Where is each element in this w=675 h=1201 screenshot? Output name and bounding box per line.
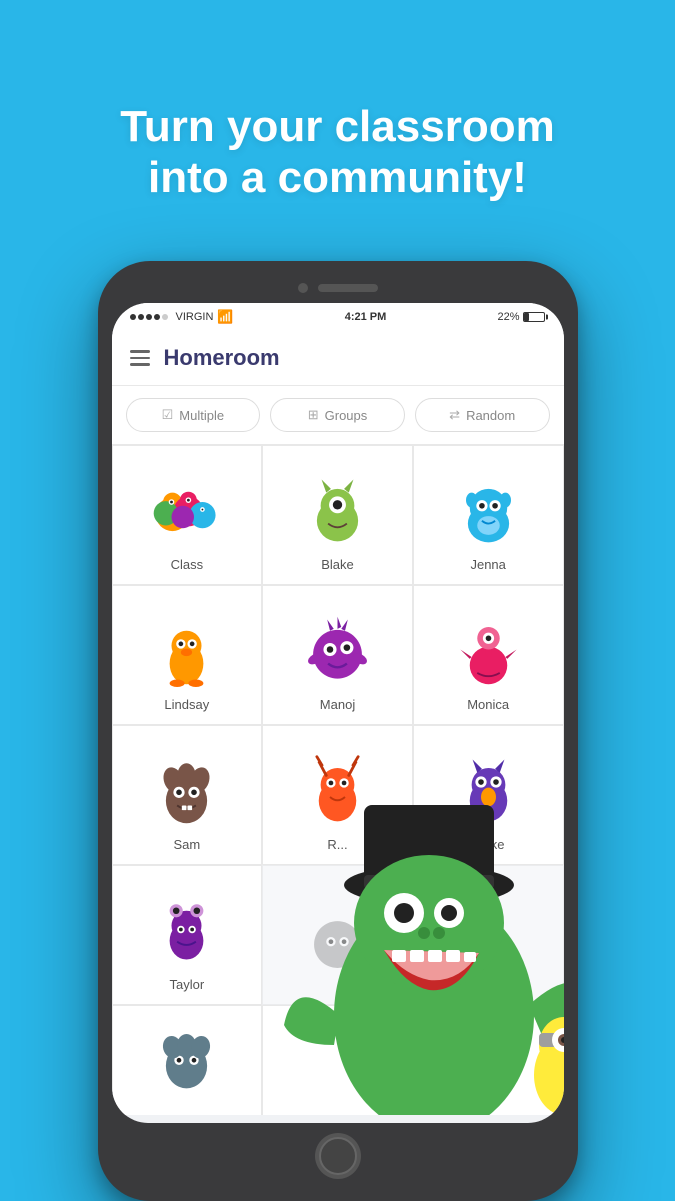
- student-name-monica: Monica: [467, 697, 509, 712]
- avatar-jenna: [448, 469, 528, 549]
- multiple-label: Multiple: [179, 408, 224, 423]
- student-cell-monica[interactable]: Monica: [413, 585, 564, 725]
- signal-dot-5: [162, 314, 168, 320]
- avatar-monica: [448, 609, 528, 689]
- clock: 4:21 PM: [345, 311, 387, 323]
- carrier-label: VIRGIN: [176, 311, 214, 323]
- student-cell-class[interactable]: Class: [112, 445, 263, 585]
- multiple-icon: ☑: [162, 407, 174, 423]
- random-label: Random: [466, 408, 515, 423]
- student-name-manoj: Manoj: [320, 697, 355, 712]
- monster-svg-sam: [149, 752, 224, 827]
- phone-home-area: [112, 1123, 564, 1187]
- groups-button[interactable]: ⊞ Groups: [270, 398, 405, 432]
- student-cell-extra1[interactable]: [112, 1005, 263, 1115]
- student-cell-manoj[interactable]: Manoj: [262, 585, 413, 725]
- wifi-icon: 📶: [217, 309, 233, 325]
- hamburger-line-2: [130, 357, 150, 360]
- mascot-character: [274, 775, 564, 1115]
- student-name-class: Class: [171, 557, 204, 572]
- grid-row-1: Lindsay: [112, 585, 564, 725]
- monster-svg-taylor: [149, 892, 224, 967]
- battery-percent: 22%: [497, 311, 519, 323]
- signal-indicator: [130, 314, 168, 320]
- student-grid: Class: [112, 445, 564, 1115]
- home-button-inner: [319, 1137, 357, 1175]
- avatar-extra1: [147, 1016, 227, 1096]
- phone-notch: [112, 275, 564, 303]
- monster-svg-manoj: [300, 612, 375, 687]
- multiple-button[interactable]: ☑ Multiple: [126, 398, 261, 432]
- student-name-taylor: Taylor: [169, 977, 204, 992]
- battery-bar: [523, 312, 545, 322]
- student-cell-lindsay[interactable]: Lindsay: [112, 585, 263, 725]
- student-cell-taylor[interactable]: Taylor: [112, 865, 263, 1005]
- monster-svg-monica: [451, 612, 526, 687]
- groups-icon: ⊞: [308, 407, 319, 423]
- app-title: Homeroom: [164, 345, 280, 371]
- battery-indicator: 22%: [497, 311, 545, 323]
- avatar-sam: [147, 749, 227, 829]
- phone-frame: VIRGIN 📶 4:21 PM 22% Homeroo: [0, 261, 675, 1201]
- signal-dot-1: [130, 314, 136, 320]
- phone-screen: VIRGIN 📶 4:21 PM 22% Homeroo: [112, 303, 564, 1123]
- signal-dot-3: [146, 314, 152, 320]
- grid-row-0: Class: [112, 445, 564, 585]
- student-cell-sam[interactable]: Sam: [112, 725, 263, 865]
- student-cell-jenna[interactable]: Jenna: [413, 445, 564, 585]
- monster-svg-blake: [300, 472, 375, 547]
- menu-button[interactable]: [130, 350, 150, 366]
- hamburger-line-3: [130, 363, 150, 366]
- home-button[interactable]: [315, 1133, 361, 1179]
- avatar-lindsay: [147, 609, 227, 689]
- avatar-class: [147, 469, 227, 549]
- random-icon: ⇄: [449, 407, 460, 423]
- status-left: VIRGIN 📶: [130, 309, 234, 325]
- avatar-manoj: [298, 609, 378, 689]
- monster-svg-jenna: [451, 472, 526, 547]
- app-header: Homeroom: [112, 331, 564, 386]
- mascot-svg: [274, 775, 564, 1115]
- student-name-jenna: Jenna: [470, 557, 505, 572]
- avatar-taylor: [147, 889, 227, 969]
- monster-svg-lindsay: [149, 612, 224, 687]
- groups-label: Groups: [325, 408, 368, 423]
- avatar-blake: [298, 469, 378, 549]
- speaker-grille: [318, 284, 378, 292]
- monster-svg-extra1: [149, 1019, 224, 1094]
- hero-title: Turn your classroom into a community!: [40, 50, 635, 233]
- hero-section: Turn your classroom into a community!: [0, 0, 675, 261]
- front-camera: [298, 283, 308, 293]
- signal-dot-4: [154, 314, 160, 320]
- student-cell-blake1[interactable]: Blake: [262, 445, 413, 585]
- student-name-lindsay: Lindsay: [164, 697, 209, 712]
- battery-fill: [524, 313, 528, 321]
- random-button[interactable]: ⇄ Random: [415, 398, 550, 432]
- student-name-blake1: Blake: [321, 557, 354, 572]
- phone-body: VIRGIN 📶 4:21 PM 22% Homeroo: [98, 261, 578, 1201]
- monster-svg-class: [149, 472, 224, 547]
- status-bar: VIRGIN 📶 4:21 PM 22%: [112, 303, 564, 331]
- signal-dot-2: [138, 314, 144, 320]
- hamburger-line-1: [130, 350, 150, 353]
- filter-bar: ☑ Multiple ⊞ Groups ⇄ Random: [112, 386, 564, 445]
- student-name-sam: Sam: [173, 837, 200, 852]
